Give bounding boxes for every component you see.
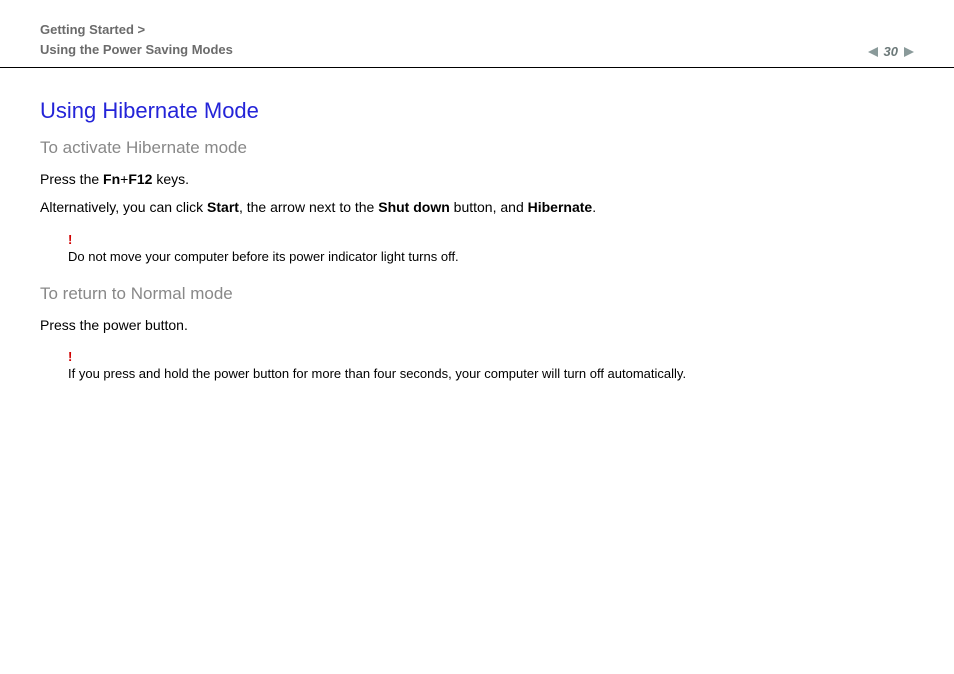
key-fn: Fn: [103, 171, 120, 187]
breadcrumb-line-2: Using the Power Saving Modes: [40, 40, 233, 60]
page-number: 30: [884, 44, 898, 59]
text-part1: Alternatively, you can click: [40, 199, 207, 215]
subsection-return-title: To return to Normal mode: [40, 284, 914, 304]
section-title: Using Hibernate Mode: [40, 98, 914, 124]
page-header: Getting Started > Using the Power Saving…: [0, 0, 954, 68]
warning-block-2: ! If you press and hold the power button…: [68, 350, 914, 383]
activate-instruction-2: Alternatively, you can click Start, the …: [40, 196, 914, 218]
text-prefix: Press the: [40, 171, 103, 187]
page-navigation: 30: [868, 44, 914, 59]
return-instruction: Press the power button.: [40, 314, 914, 336]
warning-block-1: ! Do not move your computer before its p…: [68, 233, 914, 266]
text-part2: , the arrow next to the: [239, 199, 378, 215]
text-suffix: keys.: [152, 171, 189, 187]
warning-icon: !: [68, 233, 914, 246]
key-f12: F12: [128, 171, 152, 187]
warning-text-2: If you press and hold the power button f…: [68, 366, 686, 381]
subsection-activate-title: To activate Hibernate mode: [40, 138, 914, 158]
warning-icon: !: [68, 350, 914, 363]
page-content: Using Hibernate Mode To activate Hiberna…: [0, 68, 954, 432]
prev-page-arrow-icon[interactable]: [868, 47, 878, 57]
bold-shutdown: Shut down: [378, 199, 450, 215]
text-part4: .: [592, 199, 596, 215]
activate-instruction-1: Press the Fn+F12 keys.: [40, 168, 914, 190]
bold-start: Start: [207, 199, 239, 215]
breadcrumb: Getting Started > Using the Power Saving…: [40, 20, 233, 59]
breadcrumb-line-1: Getting Started >: [40, 20, 233, 40]
next-page-arrow-icon[interactable]: [904, 47, 914, 57]
warning-text-1: Do not move your computer before its pow…: [68, 249, 459, 264]
bold-hibernate: Hibernate: [528, 199, 593, 215]
text-part3: button, and: [450, 199, 528, 215]
